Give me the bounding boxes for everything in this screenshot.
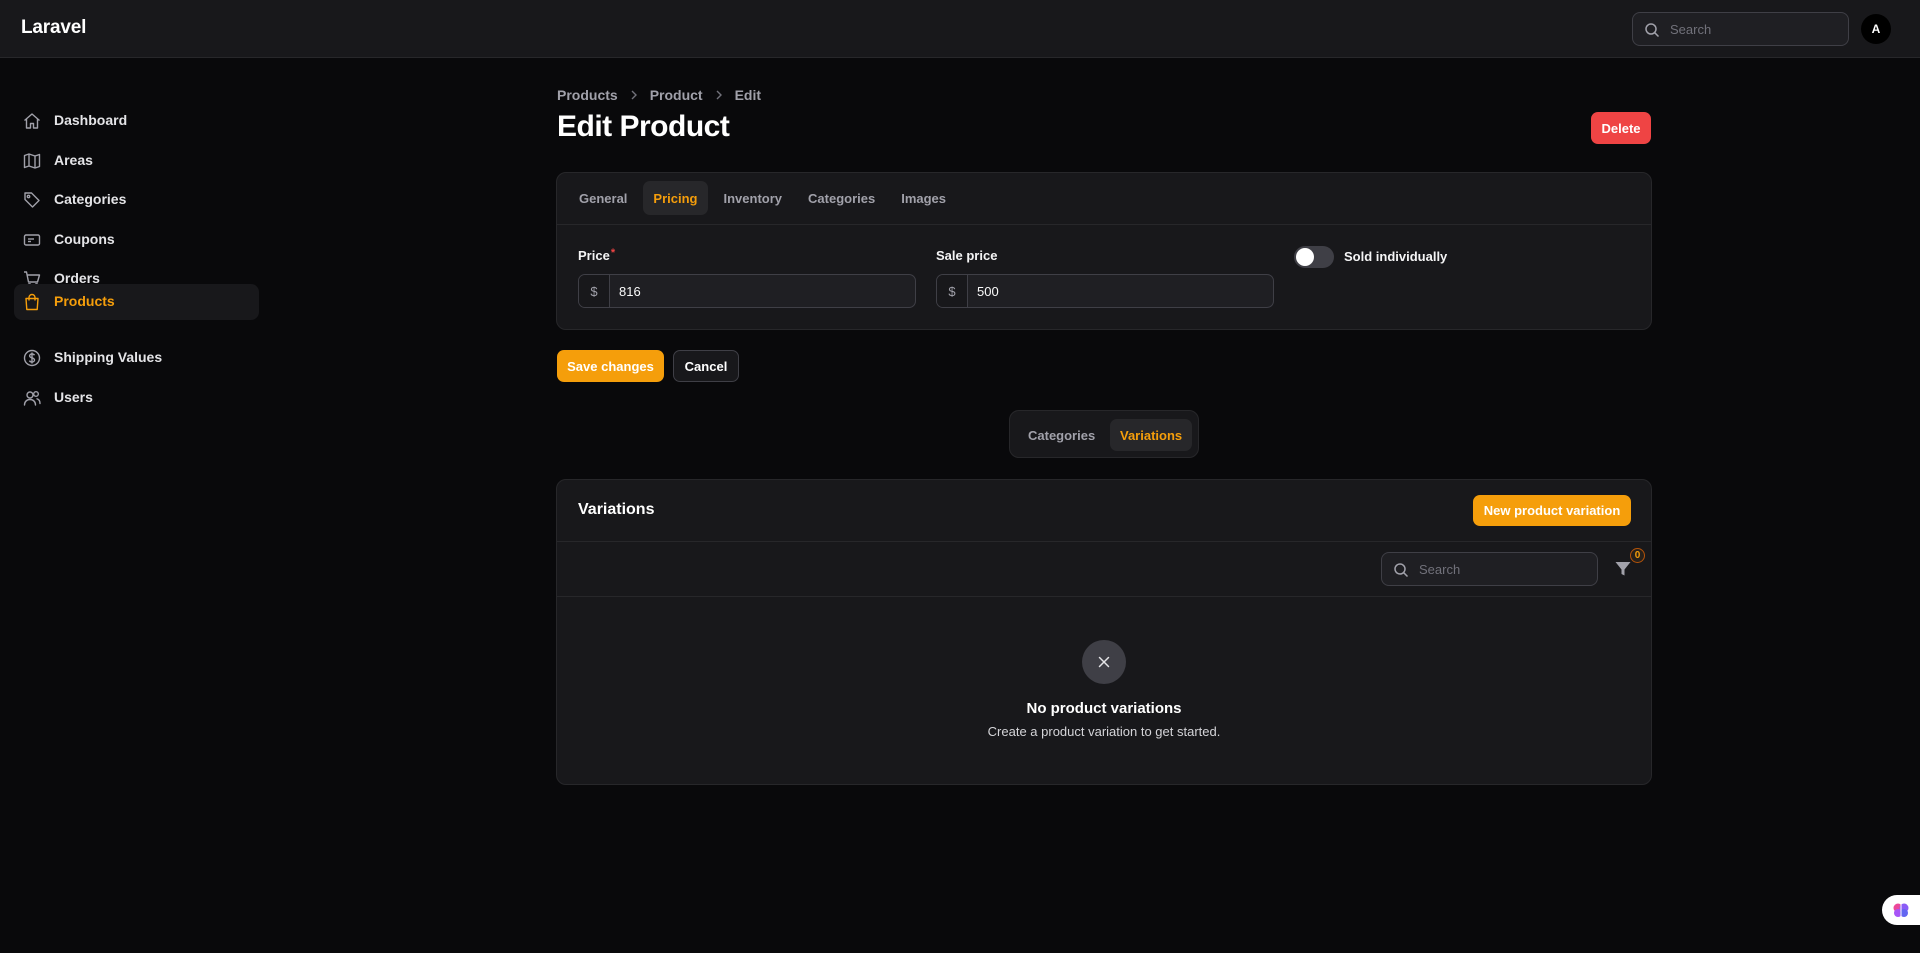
tab-inventory[interactable]: Inventory <box>714 181 793 215</box>
tab-images[interactable]: Images <box>891 181 956 215</box>
breadcrumb-products[interactable]: Products <box>557 87 618 103</box>
global-search[interactable] <box>1632 12 1849 46</box>
sale-price-label: Sale price <box>936 248 998 263</box>
tab-relation-categories[interactable]: Categories <box>1018 419 1105 451</box>
form-tabs: General Pricing Inventory Categories Ima… <box>569 181 956 217</box>
toggle-knob <box>1296 248 1314 266</box>
price-field[interactable]: $ <box>578 274 916 308</box>
sidebar-item-label: Areas <box>54 152 93 168</box>
global-search-input[interactable] <box>1670 13 1840 45</box>
close-icon <box>1098 656 1110 668</box>
sidebar-item-categories[interactable]: Categories <box>14 182 259 218</box>
sidebar-item-products[interactable]: Products <box>14 284 259 320</box>
divider <box>557 224 1651 225</box>
sidebar-item-label: Dashboard <box>54 112 128 128</box>
empty-state-icon-wrap <box>1082 640 1126 684</box>
delete-button[interactable]: Delete <box>1591 112 1651 144</box>
variations-search-input[interactable] <box>1419 553 1589 585</box>
brand-logo[interactable]: Laravel <box>21 17 86 39</box>
tab-pricing[interactable]: Pricing <box>643 181 708 215</box>
chevron-right-icon <box>631 90 637 100</box>
sidebar-item-label: Coupons <box>54 231 115 247</box>
floating-widget[interactable] <box>1882 895 1920 925</box>
users-icon <box>23 391 41 406</box>
tab-general[interactable]: General <box>569 181 637 215</box>
tag-icon <box>24 192 40 208</box>
sidebar-item-dashboard[interactable]: Dashboard <box>14 103 259 139</box>
divider <box>557 541 1651 542</box>
tab-categories[interactable]: Categories <box>798 181 885 215</box>
dollar-circle-icon <box>23 349 41 367</box>
variations-card: Variations New product variation 0 No pr… <box>556 479 1652 785</box>
divider <box>557 596 1651 597</box>
sidebar: Dashboard Areas Categories Coupons Order… <box>0 58 290 953</box>
sidebar-item-label: Users <box>54 389 93 405</box>
empty-state-subtitle: Create a product variation to get starte… <box>987 724 1221 739</box>
user-avatar[interactable]: A <box>1861 14 1891 44</box>
sold-individually-toggle[interactable] <box>1294 246 1334 268</box>
variations-search[interactable] <box>1381 552 1598 586</box>
shopping-bag-icon <box>25 293 39 311</box>
search-icon <box>1645 23 1660 38</box>
product-form-card: General Pricing Inventory Categories Ima… <box>556 172 1652 330</box>
sale-price-field[interactable]: $ <box>936 274 1274 308</box>
cancel-button[interactable]: Cancel <box>673 350 739 382</box>
sidebar-item-shipping-values[interactable]: Shipping Values <box>14 340 259 376</box>
new-product-variation-button[interactable]: New product variation <box>1473 495 1631 526</box>
save-changes-button[interactable]: Save changes <box>557 350 664 382</box>
page-title: Edit Product <box>557 110 730 143</box>
filter-icon[interactable] <box>1613 559 1633 579</box>
sale-price-input[interactable] <box>977 275 1227 307</box>
sidebar-item-label: Categories <box>54 191 127 207</box>
search-icon <box>1394 563 1409 578</box>
price-input[interactable] <box>619 275 869 307</box>
filter-count-badge: 0 <box>1630 548 1645 563</box>
ticket-icon <box>23 234 41 246</box>
tab-relation-variations[interactable]: Variations <box>1110 419 1193 451</box>
sidebar-item-areas[interactable]: Areas <box>14 143 259 179</box>
breadcrumb: Products Product Edit <box>557 86 761 104</box>
currency-prefix: $ <box>579 275 610 307</box>
required-mark: * <box>610 247 616 259</box>
variations-title: Variations <box>578 501 655 518</box>
sidebar-item-label: Products <box>54 293 115 309</box>
chevron-right-icon <box>716 90 722 100</box>
sidebar-item-users[interactable]: Users <box>14 380 259 416</box>
empty-state-title: No product variations <box>1026 700 1182 717</box>
sold-individually-label: Sold individually <box>1344 249 1448 264</box>
currency-prefix: $ <box>937 275 968 307</box>
map-icon <box>23 153 41 169</box>
brain-icon <box>1893 903 1909 917</box>
breadcrumb-edit: Edit <box>734 87 762 103</box>
sidebar-item-coupons[interactable]: Coupons <box>14 222 259 258</box>
price-label-text: Price <box>578 248 610 263</box>
sidebar-item-label: Shipping Values <box>54 349 163 365</box>
relation-tabs: Categories Variations <box>1009 410 1199 458</box>
price-label: Price* <box>578 247 616 263</box>
top-bar: Laravel A <box>0 0 1920 58</box>
breadcrumb-product[interactable]: Product <box>650 87 703 103</box>
home-icon <box>24 113 40 129</box>
